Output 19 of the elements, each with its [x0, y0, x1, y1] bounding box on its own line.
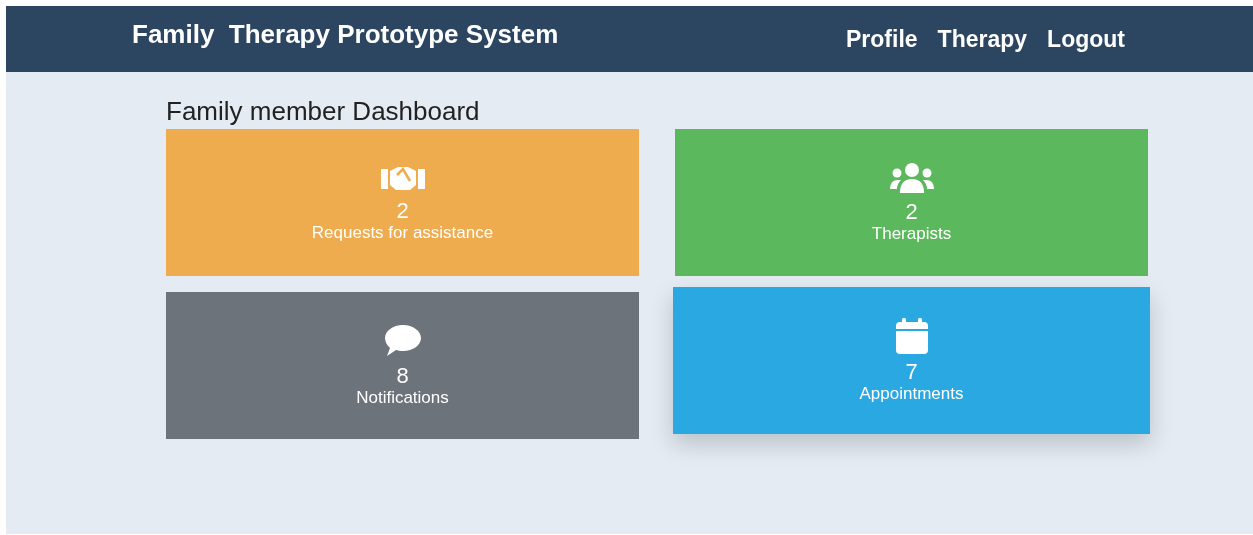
nav-link[interactable]: Therapy — [937, 25, 1028, 53]
card-label: Appointments — [859, 383, 964, 404]
card-count: 2 — [396, 198, 409, 223]
card-count: 7 — [905, 359, 918, 384]
dashboard-title: Family member Dashboard — [166, 96, 481, 127]
card-count: 8 — [396, 363, 409, 388]
card-count: 2 — [905, 199, 918, 224]
dashboard-card[interactable]: 2 Therapists — [675, 129, 1148, 276]
speech-bubble-icon — [383, 323, 422, 358]
nav-link[interactable]: Profile — [846, 25, 918, 53]
nav-link[interactable]: Logout — [1047, 25, 1125, 53]
calendar-icon — [895, 317, 928, 354]
card-label: Notifications — [356, 387, 449, 408]
dashboard-card[interactable]: 7 Appointments — [673, 287, 1150, 434]
people-icon — [889, 161, 934, 194]
app-title: Family Therapy Prototype System — [132, 18, 559, 50]
card-label: Therapists — [871, 223, 952, 244]
dashboard-card[interactable]: 8 Notifications — [166, 292, 639, 439]
card-label: Requests for assistance — [311, 222, 494, 243]
